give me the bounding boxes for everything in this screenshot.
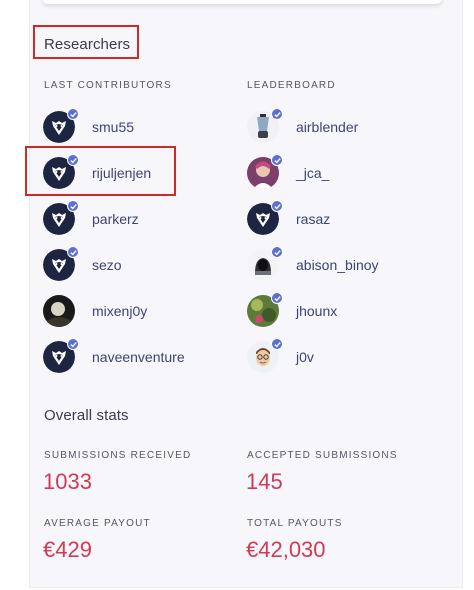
leaderboard-row[interactable]: rasaz [247,196,379,242]
leaderboard-row[interactable]: abison_binoy [247,242,379,288]
researchers-panel: Researchers LAST CONTRIBUTORS LEADERBOAR… [25,0,463,588]
total-payouts-label: TOTAL PAYOUTS [247,518,343,529]
contributor-row[interactable]: rijuljenjen [43,150,185,196]
bee-logo-avatar [43,246,79,281]
verified-badge-icon [271,338,283,350]
verified-badge-icon [67,200,79,212]
leaderboard-username[interactable]: rasaz [296,211,330,227]
overall-stats-title: Overall stats [44,407,129,424]
contributor-username[interactable]: rijuljenjen [92,165,151,181]
leaderboard-row[interactable]: airblender [247,104,379,150]
contributor-row[interactable]: mixenj0y [43,288,185,334]
verified-badge-icon [271,292,283,304]
contributor-username[interactable]: naveenventure [92,349,185,365]
leaderboard-label: LEADERBOARD [247,80,336,91]
total-payouts-value: €42,030 [246,537,326,562]
character-avatar [247,154,283,189]
contributor-row[interactable]: smu55 [43,104,185,150]
leaderboard-row[interactable]: j0v [247,334,379,380]
contributor-row[interactable]: naveenventure [43,334,185,380]
cartoon-face-avatar [247,338,283,373]
contributor-row[interactable]: sezo [43,242,185,288]
verified-badge-icon [271,108,283,120]
hacker-avatar [247,246,283,281]
verified-badge-icon [271,246,283,258]
leaderboard-username[interactable]: j0v [296,349,314,365]
verified-badge-icon [67,108,79,120]
verified-badge-icon [67,246,79,258]
contributor-row[interactable]: parkerz [43,196,185,242]
leaderboard-username[interactable]: abison_binoy [296,257,379,273]
blender-avatar [247,108,283,143]
leaderboard-username[interactable]: _jca_ [296,165,329,181]
submissions-received-label: SUBMISSIONS RECEIVED [44,450,192,461]
leaderboard-row[interactable]: jhounx [247,288,379,334]
bee-logo-avatar [43,108,79,143]
leaderboard-row[interactable]: _jca_ [247,150,379,196]
contributor-username[interactable]: mixenj0y [92,303,147,319]
contributor-username[interactable]: parkerz [92,211,139,227]
submissions-received-value: 1033 [43,469,92,494]
bee-logo-avatar [43,338,79,373]
nature-avatar [247,292,283,327]
verified-badge-icon [271,200,283,212]
leaderboard-username[interactable]: airblender [296,119,358,135]
contributor-username[interactable]: smu55 [92,119,134,135]
photo-avatar [43,295,75,327]
researchers-title: Researchers [44,36,131,53]
accepted-submissions-value: 145 [246,469,283,494]
average-payout-value: €429 [43,537,92,562]
top-card-edge [42,0,442,4]
bee-logo-avatar [43,200,79,235]
last-contributors-list: smu55 rijuljenjen parkerz sezo mixenj0y … [43,104,185,380]
verified-badge-icon [67,338,79,350]
bee-logo-avatar [247,200,283,235]
contributor-username[interactable]: sezo [92,257,122,273]
last-contributors-label: LAST CONTRIBUTORS [44,80,172,91]
verified-badge-icon [271,154,283,166]
verified-badge-icon [67,154,79,166]
leaderboard-username[interactable]: jhounx [296,303,337,319]
bee-logo-avatar [43,154,79,189]
accepted-submissions-label: ACCEPTED SUBMISSIONS [247,450,398,461]
average-payout-label: AVERAGE PAYOUT [44,518,151,529]
leaderboard-list: airblender _jca_ rasaz abison_binoy jhou… [247,104,379,380]
